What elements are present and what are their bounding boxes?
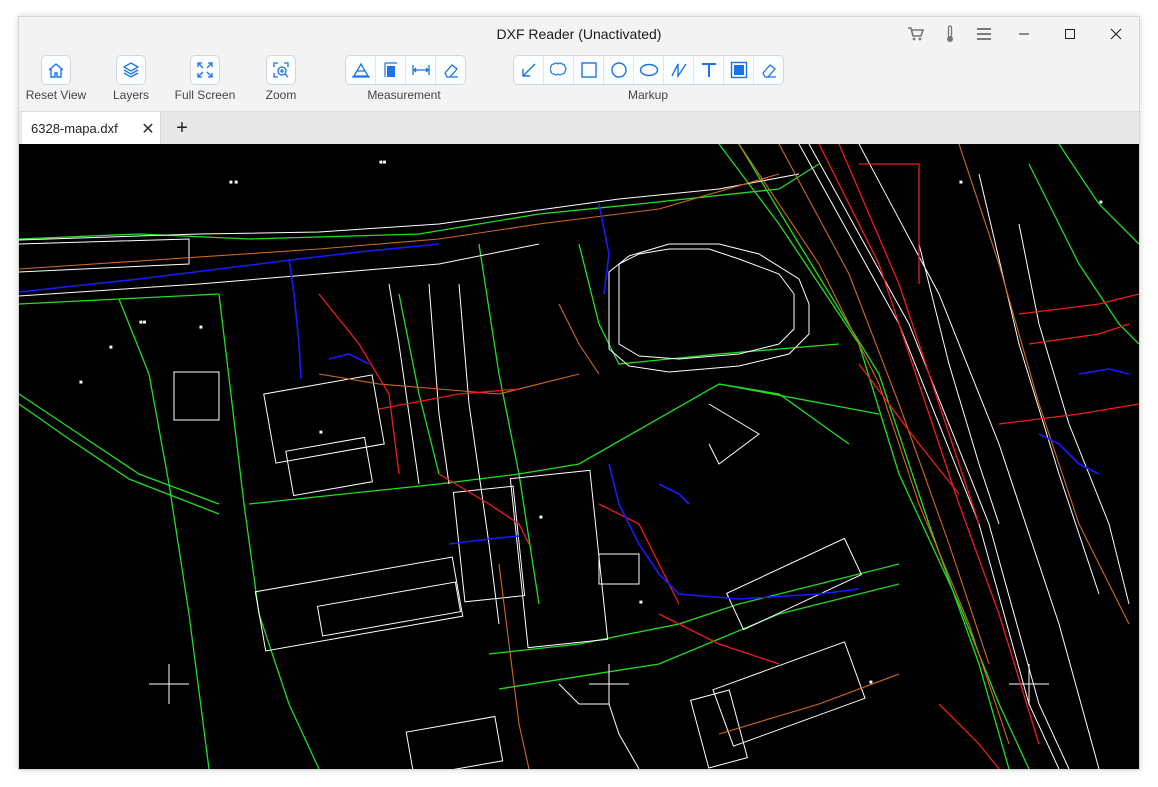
distance-measure-icon[interactable] bbox=[406, 56, 436, 84]
layers-icon bbox=[116, 55, 146, 85]
svg-text:■: ■ bbox=[959, 180, 963, 186]
toolbar: Reset View Layers Full Screen Zoom Measu… bbox=[19, 51, 1139, 109]
cloud-icon[interactable] bbox=[544, 56, 574, 84]
maximize-button[interactable] bbox=[1047, 17, 1093, 51]
svg-text:■: ■ bbox=[539, 515, 543, 521]
minimize-icon bbox=[1019, 33, 1029, 35]
ellipse-icon[interactable] bbox=[634, 56, 664, 84]
maximize-icon bbox=[1065, 29, 1075, 39]
app-window: DXF Reader (Unactivated) Reset View Laye… bbox=[18, 16, 1140, 770]
title-bar-actions bbox=[899, 17, 1139, 51]
svg-text:■: ■ bbox=[1099, 200, 1103, 206]
layers-label: Layers bbox=[112, 88, 150, 102]
svg-text:■: ■ bbox=[319, 430, 323, 436]
measurement-group bbox=[345, 55, 466, 85]
full-screen-label: Full Screen bbox=[174, 88, 236, 102]
home-icon bbox=[41, 55, 71, 85]
new-tab-button[interactable]: + bbox=[169, 114, 195, 142]
rectangle-icon[interactable] bbox=[574, 56, 604, 84]
close-icon bbox=[1110, 28, 1122, 40]
thermometer-icon[interactable] bbox=[933, 17, 967, 51]
close-button[interactable] bbox=[1093, 17, 1139, 51]
fill-icon[interactable] bbox=[724, 56, 754, 84]
tab-6328-mapa[interactable]: 6328-mapa.dxf ✕ bbox=[22, 112, 161, 145]
title-bar: DXF Reader (Unactivated) bbox=[19, 17, 1139, 51]
text-icon[interactable] bbox=[694, 56, 724, 84]
markup-group bbox=[513, 55, 784, 85]
plus-icon: + bbox=[176, 116, 188, 139]
markup-label: Markup bbox=[627, 88, 668, 102]
document-tab-bar: 6328-mapa.dxf ✕ + bbox=[19, 111, 1139, 145]
circle-icon[interactable] bbox=[604, 56, 634, 84]
reset-view-button[interactable]: Reset View bbox=[25, 55, 87, 102]
svg-text:■■: ■■ bbox=[379, 160, 387, 166]
zoom-button[interactable]: Zoom bbox=[259, 55, 303, 102]
svg-text:■: ■ bbox=[199, 325, 203, 331]
full-screen-icon bbox=[190, 55, 220, 85]
layers-button[interactable]: Layers bbox=[109, 55, 153, 102]
svg-text:■: ■ bbox=[639, 600, 643, 606]
svg-text:■: ■ bbox=[79, 380, 83, 386]
cad-drawing: ■ ■ ■■ ■ ■■ ■ ■ ■ ■ ■ ■ ■ ■ bbox=[19, 144, 1139, 769]
full-screen-button[interactable]: Full Screen bbox=[173, 55, 237, 102]
minimize-button[interactable] bbox=[1001, 17, 1047, 51]
cart-icon[interactable] bbox=[899, 17, 933, 51]
tab-close-icon[interactable]: ✕ bbox=[136, 119, 160, 139]
markup-eraser-icon[interactable] bbox=[754, 56, 783, 84]
zoom-label: Zoom bbox=[265, 88, 297, 102]
eraser-icon[interactable] bbox=[436, 56, 465, 84]
zoom-icon bbox=[266, 55, 296, 85]
measurement-label: Measurement bbox=[367, 88, 441, 102]
area-measure-icon[interactable] bbox=[346, 56, 376, 84]
reset-view-label: Reset View bbox=[25, 88, 87, 102]
polyline-icon[interactable] bbox=[664, 56, 694, 84]
svg-text:■ ■: ■ ■ bbox=[229, 180, 238, 186]
svg-text:■: ■ bbox=[869, 680, 873, 686]
arrow-icon[interactable] bbox=[514, 56, 544, 84]
height-measure-icon[interactable] bbox=[376, 56, 406, 84]
menu-icon[interactable] bbox=[967, 17, 1001, 51]
drawing-canvas[interactable]: ■ ■ ■■ ■ ■■ ■ ■ ■ ■ ■ ■ ■ ■ bbox=[19, 144, 1139, 769]
svg-text:■■: ■■ bbox=[139, 320, 147, 326]
svg-text:■: ■ bbox=[109, 345, 113, 351]
tab-label: 6328-mapa.dxf bbox=[31, 121, 118, 136]
